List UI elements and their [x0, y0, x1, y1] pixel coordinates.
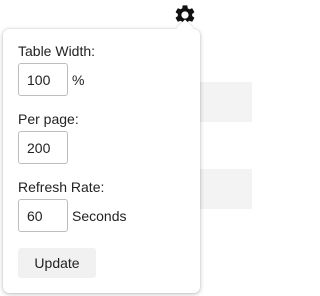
refresh-rate-unit: Seconds — [72, 208, 127, 224]
refresh-rate-label: Refresh Rate: — [18, 179, 105, 195]
table-width-input[interactable] — [18, 63, 68, 96]
table-width-label: Table Width: — [18, 43, 96, 59]
settings-popover: Table Width: % Per page: Refresh Rate: S… — [3, 29, 200, 293]
update-button[interactable]: Update — [18, 248, 96, 278]
page: Table Width: % Per page: Refresh Rate: S… — [0, 0, 252, 296]
table-width-unit: % — [72, 72, 85, 88]
refresh-rate-input[interactable] — [18, 199, 68, 232]
per-page-label: Per page: — [18, 111, 79, 127]
per-page-input[interactable] — [18, 131, 68, 164]
